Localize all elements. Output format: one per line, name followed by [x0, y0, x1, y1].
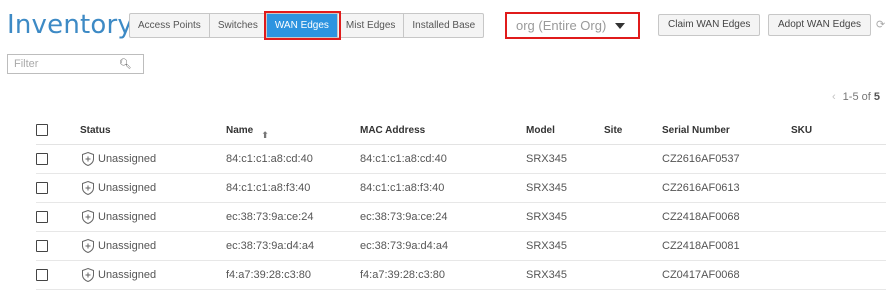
- status-cell: Unassigned: [98, 268, 157, 281]
- status-cell: Unassigned: [98, 152, 157, 165]
- table-row[interactable]: Unassigned f4:a7:39:28:c3:80 f4:a7:39:28:c…: [36, 260, 886, 290]
- row-checkbox[interactable]: [36, 182, 48, 195]
- device-type-tabs: Access Points Switches WAN Edges Mist Ed…: [129, 11, 485, 40]
- serial-cell: CZ2616AF0537: [662, 144, 791, 174]
- serial-cell: CZ2418AF0081: [662, 231, 791, 261]
- shield-plus-icon: [80, 151, 96, 167]
- column-header-mac[interactable]: MAC Address: [360, 116, 526, 145]
- status-cell: Unassigned: [98, 239, 157, 252]
- page-range: 1-5 of: [842, 91, 871, 103]
- site-cell: [604, 260, 662, 290]
- caret-down-icon: [615, 22, 626, 29]
- sku-cell: [791, 231, 886, 261]
- model-cell: SRX345: [526, 173, 604, 203]
- column-header-sku[interactable]: SKU: [791, 116, 886, 145]
- column-header-status[interactable]: Status: [80, 116, 226, 145]
- table-row[interactable]: Unassigned ec:38:73:9a:ce:24 ec:38:73:9a:c…: [36, 202, 886, 232]
- serial-cell: CZ2616AF0613: [662, 173, 791, 203]
- table-header-row: Status Name ⬆ MAC Address Model Site Seri…: [36, 116, 886, 145]
- org-select-value: org (Entire Org): [516, 18, 607, 33]
- table-row[interactable]: Unassigned 84:c1:c1:a8:f3:40 84:c1:c1:a8:f…: [36, 173, 886, 203]
- mac-cell: 84:c1:c1:a8:cd:40: [360, 144, 526, 174]
- row-checkbox[interactable]: [36, 240, 48, 253]
- tab-installed-base[interactable]: Installed Base: [404, 14, 483, 37]
- site-cell: [604, 231, 662, 261]
- adopt-wan-edges-button[interactable]: Adopt WAN Edges: [768, 14, 872, 36]
- page-total: 5: [873, 91, 880, 103]
- site-cell: [604, 202, 662, 232]
- column-header-serial[interactable]: Serial Number: [662, 116, 791, 145]
- inventory-table: Status Name ⬆ MAC Address Model Site Seri…: [36, 116, 886, 290]
- row-checkbox[interactable]: [36, 153, 48, 166]
- row-checkbox[interactable]: [36, 269, 48, 282]
- pagination: ‹ 1-5 of 5: [832, 91, 880, 103]
- search-icon[interactable]: 🔍︎: [119, 59, 132, 70]
- name-cell: ec:38:73:9a:d4:a4: [226, 231, 360, 261]
- row-checkbox[interactable]: [36, 211, 48, 224]
- serial-cell: CZ0417AF0068: [662, 260, 791, 290]
- model-cell: SRX345: [526, 260, 604, 290]
- sku-cell: [791, 173, 886, 203]
- select-all-checkbox[interactable]: [36, 124, 48, 136]
- previous-page-icon[interactable]: ‹: [832, 91, 836, 103]
- status-cell: Unassigned: [98, 210, 157, 223]
- filter-field[interactable]: 🔍︎: [7, 54, 144, 74]
- table-row[interactable]: Unassigned ec:38:73:9a:d4:a4 ec:38:73:9a:d…: [36, 231, 886, 261]
- shield-plus-icon: [80, 209, 96, 225]
- serial-cell: CZ2418AF0068: [662, 202, 791, 232]
- column-header-name[interactable]: Name: [226, 125, 253, 136]
- table-row[interactable]: Unassigned 84:c1:c1:a8:cd:40 84:c1:c1:a8:c…: [36, 144, 886, 174]
- sort-ascending-icon[interactable]: ⬆: [261, 130, 269, 140]
- sku-cell: [791, 202, 886, 232]
- tab-wan-edges[interactable]: WAN Edges: [263, 11, 341, 40]
- name-cell: 84:c1:c1:a8:f3:40: [226, 173, 360, 203]
- page-title: Inventory: [7, 10, 133, 40]
- sku-cell: [791, 260, 886, 290]
- mac-cell: ec:38:73:9a:ce:24: [360, 202, 526, 232]
- mac-cell: ec:38:73:9a:d4:a4: [360, 231, 526, 261]
- tab-mist-edges[interactable]: Mist Edges: [338, 14, 405, 37]
- shield-plus-icon: [80, 180, 96, 196]
- model-cell: SRX345: [526, 144, 604, 174]
- org-select[interactable]: org (Entire Org): [505, 12, 640, 39]
- name-cell: ec:38:73:9a:ce:24: [226, 202, 360, 232]
- sku-cell: [791, 144, 886, 174]
- refresh-icon[interactable]: ⟳: [876, 18, 885, 31]
- tab-access-points[interactable]: Access Points: [130, 14, 210, 37]
- claim-wan-edges-button[interactable]: Claim WAN Edges: [658, 14, 761, 36]
- shield-plus-icon: [80, 267, 96, 283]
- column-header-site[interactable]: Site: [604, 116, 662, 145]
- model-cell: SRX345: [526, 202, 604, 232]
- name-cell: f4:a7:39:28:c3:80: [226, 260, 360, 290]
- model-cell: SRX345: [526, 231, 604, 261]
- shield-plus-icon: [80, 238, 96, 254]
- name-cell: 84:c1:c1:a8:cd:40: [226, 144, 360, 174]
- filter-input[interactable]: [14, 58, 109, 70]
- tab-switches[interactable]: Switches: [210, 14, 267, 37]
- site-cell: [604, 144, 662, 174]
- status-cell: Unassigned: [98, 181, 157, 194]
- site-cell: [604, 173, 662, 203]
- column-header-model[interactable]: Model: [526, 116, 604, 145]
- mac-cell: 84:c1:c1:a8:f3:40: [360, 173, 526, 203]
- mac-cell: f4:a7:39:28:c3:80: [360, 260, 526, 290]
